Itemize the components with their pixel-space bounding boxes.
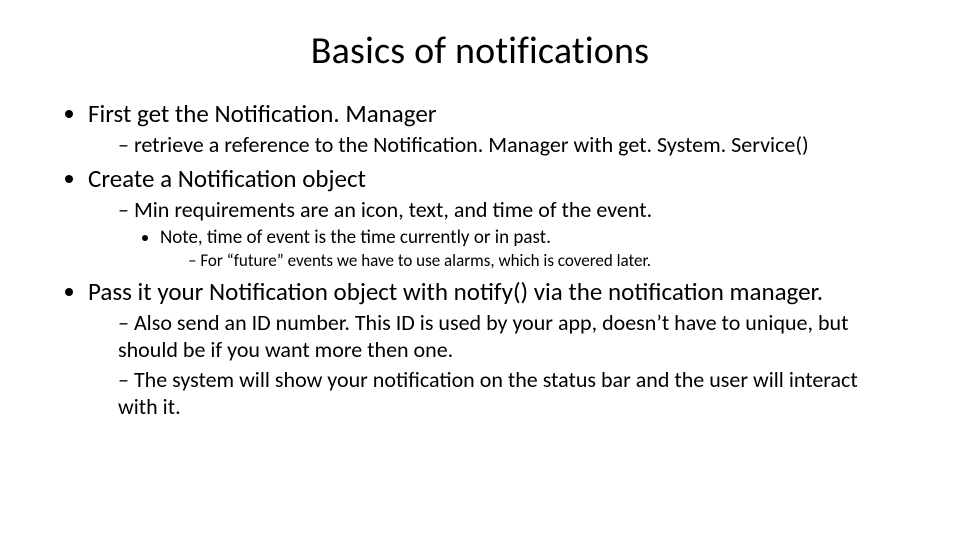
bullet-2-sub-1a-sublist: For “future” events we have to use alarm… [160,250,900,271]
bullet-2-sub-1: Min requirements are an icon, text, and … [118,196,900,272]
bullet-2-sub-1a: Note, time of event is the time currentl… [160,226,900,272]
bullet-2-sub-1a1-text: For “future” events we have to use alarm… [200,250,651,271]
bullet-1-sub-1: retrieve a reference to the Notification… [118,131,900,159]
bullet-3-sublist: Also send an ID number. This ID is used … [88,309,900,421]
slide-title: Basics of notifications [60,28,900,74]
bullet-1-text: First get the Notification. Manager [88,98,437,129]
bullet-2-sub-1-text: Min requirements are an icon, text, and … [134,196,652,223]
bullet-2-sub-1a-text: Note, time of event is the time currentl… [160,226,551,249]
bullet-1-sublist: retrieve a reference to the Notification… [88,131,900,159]
bullet-3-sub-2: The system will show your notification o… [118,366,900,421]
bullet-3: Pass it your Notification object with no… [88,276,900,421]
bullet-2-sub-1a1: For “future” events we have to use alarm… [188,250,900,271]
bullet-3-sub-2-text: The system will show your notification o… [118,366,858,421]
bullet-3-sub-1-text: Also send an ID number. This ID is used … [118,309,848,364]
bullet-1-sub-1-text: retrieve a reference to the Notification… [134,131,809,158]
bullet-2-sub-1-sublist: Note, time of event is the time currentl… [118,226,900,272]
bullet-2: Create a Notification object Min require… [88,163,900,272]
bullet-3-sub-1: Also send an ID number. This ID is used … [118,309,900,364]
bullet-1: First get the Notification. Manager retr… [88,98,900,159]
bullet-2-sublist: Min requirements are an icon, text, and … [88,196,900,272]
bullet-3-text: Pass it your Notification object with no… [88,276,823,307]
bullet-2-text: Create a Notification object [88,163,366,194]
bullet-list: First get the Notification. Manager retr… [60,98,900,421]
slide: Basics of notifications First get the No… [0,0,960,540]
